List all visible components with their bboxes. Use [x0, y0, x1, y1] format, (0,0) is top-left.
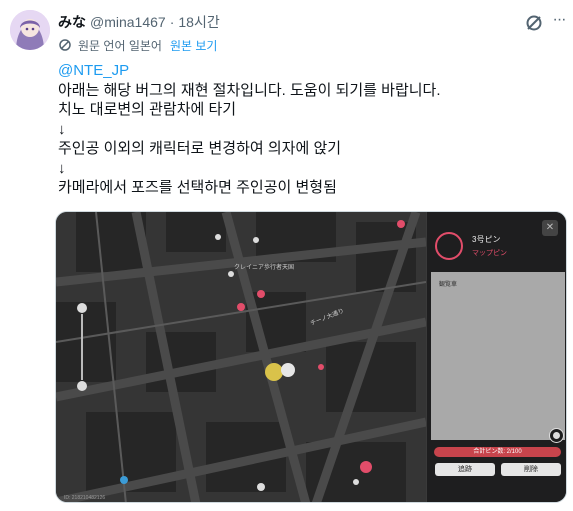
body-line: ↓ [58, 159, 66, 177]
map-zoom-slider[interactable] [76, 302, 88, 392]
body-line: 주인공 이외의 캐릭터로 변경하여 의자에 앉기 [58, 140, 342, 157]
avatar[interactable] [10, 10, 50, 50]
pin-subtitle: マップピン [472, 250, 507, 257]
timestamp[interactable]: 18시간 [178, 12, 219, 32]
map-coords: ID: 218210482126 [64, 495, 106, 501]
pin-note-label: 観覧車 [439, 282, 458, 288]
pin-title: 3号ピン [472, 235, 501, 244]
show-original-link[interactable]: 원본 보기 [170, 37, 218, 54]
mention-link[interactable]: @NTE_JP [58, 61, 563, 81]
gear-icon[interactable] [550, 429, 563, 442]
pin-note-area[interactable]: 観覧車 [431, 272, 565, 440]
body-line: ↓ [58, 120, 66, 138]
map-district-label: クレイニア歩行者天国 [234, 265, 295, 271]
map-pin-panel: ✕ 3号ピン マップピン 観覧車 合計ピン数: 2/100 追跡 削除 [426, 212, 566, 502]
separator: · [169, 14, 175, 30]
body-line: 카메라에서 포즈를 선택하면 주인공이 변형됨 [58, 179, 337, 196]
track-button[interactable]: 追跡 [435, 463, 495, 476]
body-line: 치노 대로변의 관람차에 타기 [58, 101, 237, 118]
avatar-image [10, 10, 50, 50]
close-icon[interactable]: ✕ [542, 220, 558, 236]
body-line: 아래는 해당 버그의 재현 절차입니다. 도움이 되기를 바랍니다. [58, 81, 441, 99]
pin-count: 合計ピン数: 2/100 [434, 447, 561, 457]
delete-button[interactable]: 削除 [501, 463, 561, 476]
author-handle[interactable]: @mina1467 [90, 14, 166, 30]
translation-note: 원문 언어 일본어 [78, 38, 162, 53]
translate-icon [59, 39, 71, 51]
tweet-body: @NTE_JP 아래는 해당 버그의 재현 절차입니다. 도움이 되기를 바랍니… [58, 61, 563, 198]
pin-icon [435, 232, 463, 260]
tweet-media-image[interactable]: クレイニア歩行者天国 チーノ大通り ID: 218210482126 ✕ 3号ピ… [55, 211, 567, 503]
more-icon[interactable]: ··· [549, 12, 569, 32]
translation-row: 원문 언어 일본어 원본 보기 [58, 36, 217, 54]
grok-icon[interactable] [524, 13, 544, 33]
author-name[interactable]: みな [58, 12, 86, 32]
tweet-header: みな @mina1467 · 18시간 [58, 12, 220, 32]
